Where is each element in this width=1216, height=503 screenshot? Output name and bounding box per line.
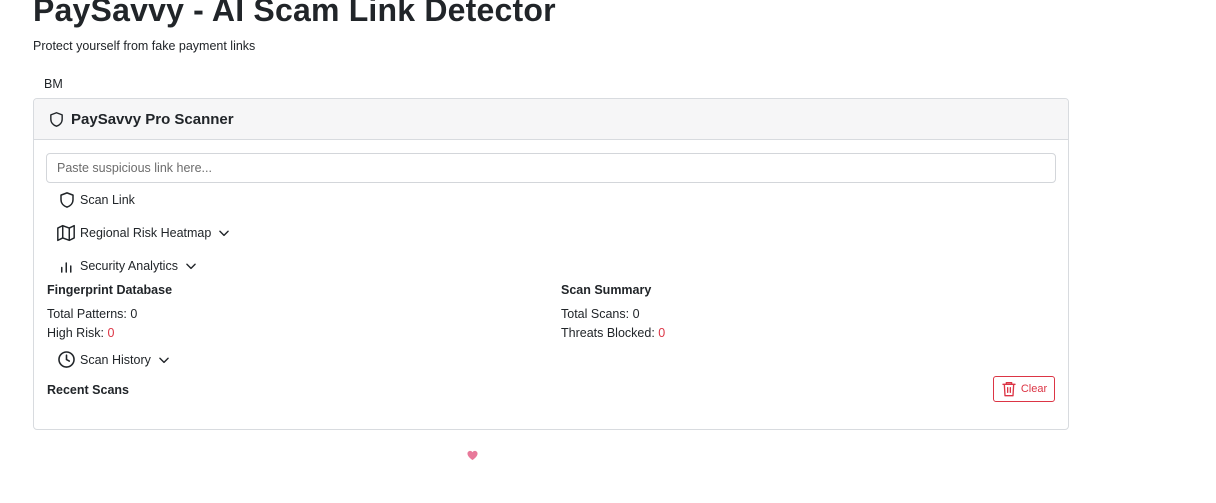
heatmap-toggle[interactable]: Regional Risk Heatmap bbox=[56, 224, 231, 242]
trash-icon bbox=[1002, 381, 1016, 397]
total-patterns-value: 0 bbox=[130, 307, 138, 321]
clear-button[interactable]: Clear bbox=[993, 376, 1055, 402]
analytics-label: Security Analytics bbox=[80, 259, 178, 273]
heatmap-label: Regional Risk Heatmap bbox=[80, 226, 212, 240]
history-toggle[interactable]: Scan History bbox=[57, 350, 171, 369]
bar-chart-icon bbox=[61, 262, 72, 273]
total-patterns: Total Patterns: 0 bbox=[47, 307, 138, 321]
recent-scans-heading: Recent Scans bbox=[47, 383, 129, 397]
analytics-toggle[interactable]: Security Analytics bbox=[58, 257, 198, 275]
chevron-down-icon bbox=[219, 230, 230, 237]
chevron-down-icon bbox=[186, 263, 196, 270]
scan-link-button[interactable]: Scan Link bbox=[58, 191, 135, 209]
clock-icon bbox=[58, 351, 75, 368]
heart-icon bbox=[467, 450, 478, 461]
threats-blocked-value: 0 bbox=[658, 326, 666, 340]
high-risk-value: 0 bbox=[107, 326, 115, 340]
page-title: PaySavvy - AI Scam Link Detector bbox=[33, 0, 556, 28]
chevron-down-icon bbox=[159, 357, 169, 363]
history-label: Scan History bbox=[80, 352, 151, 367]
scan-link-label: Scan Link bbox=[80, 193, 135, 207]
total-scans-value: 0 bbox=[632, 307, 640, 321]
shield-icon bbox=[50, 111, 63, 127]
card-title: PaySavvy Pro Scanner bbox=[71, 110, 234, 128]
card-header: PaySavvy Pro Scanner bbox=[34, 99, 1068, 140]
user-initials: BM bbox=[44, 77, 63, 91]
summary-heading: Scan Summary bbox=[561, 283, 652, 297]
page-subtitle: Protect yourself from fake payment links bbox=[33, 39, 256, 53]
scanner-card: PaySavvy Pro Scanner Scan Link Regional … bbox=[33, 98, 1069, 430]
total-scans: Total Scans: 0 bbox=[561, 307, 640, 321]
clear-label: Clear bbox=[1020, 383, 1048, 395]
link-input[interactable] bbox=[46, 153, 1056, 183]
fingerprint-heading: Fingerprint Database bbox=[47, 283, 173, 297]
shield-icon bbox=[60, 192, 74, 208]
map-icon bbox=[57, 224, 75, 242]
high-risk: High Risk: 0 bbox=[47, 326, 115, 340]
threats-blocked: Threats Blocked: 0 bbox=[561, 326, 666, 340]
